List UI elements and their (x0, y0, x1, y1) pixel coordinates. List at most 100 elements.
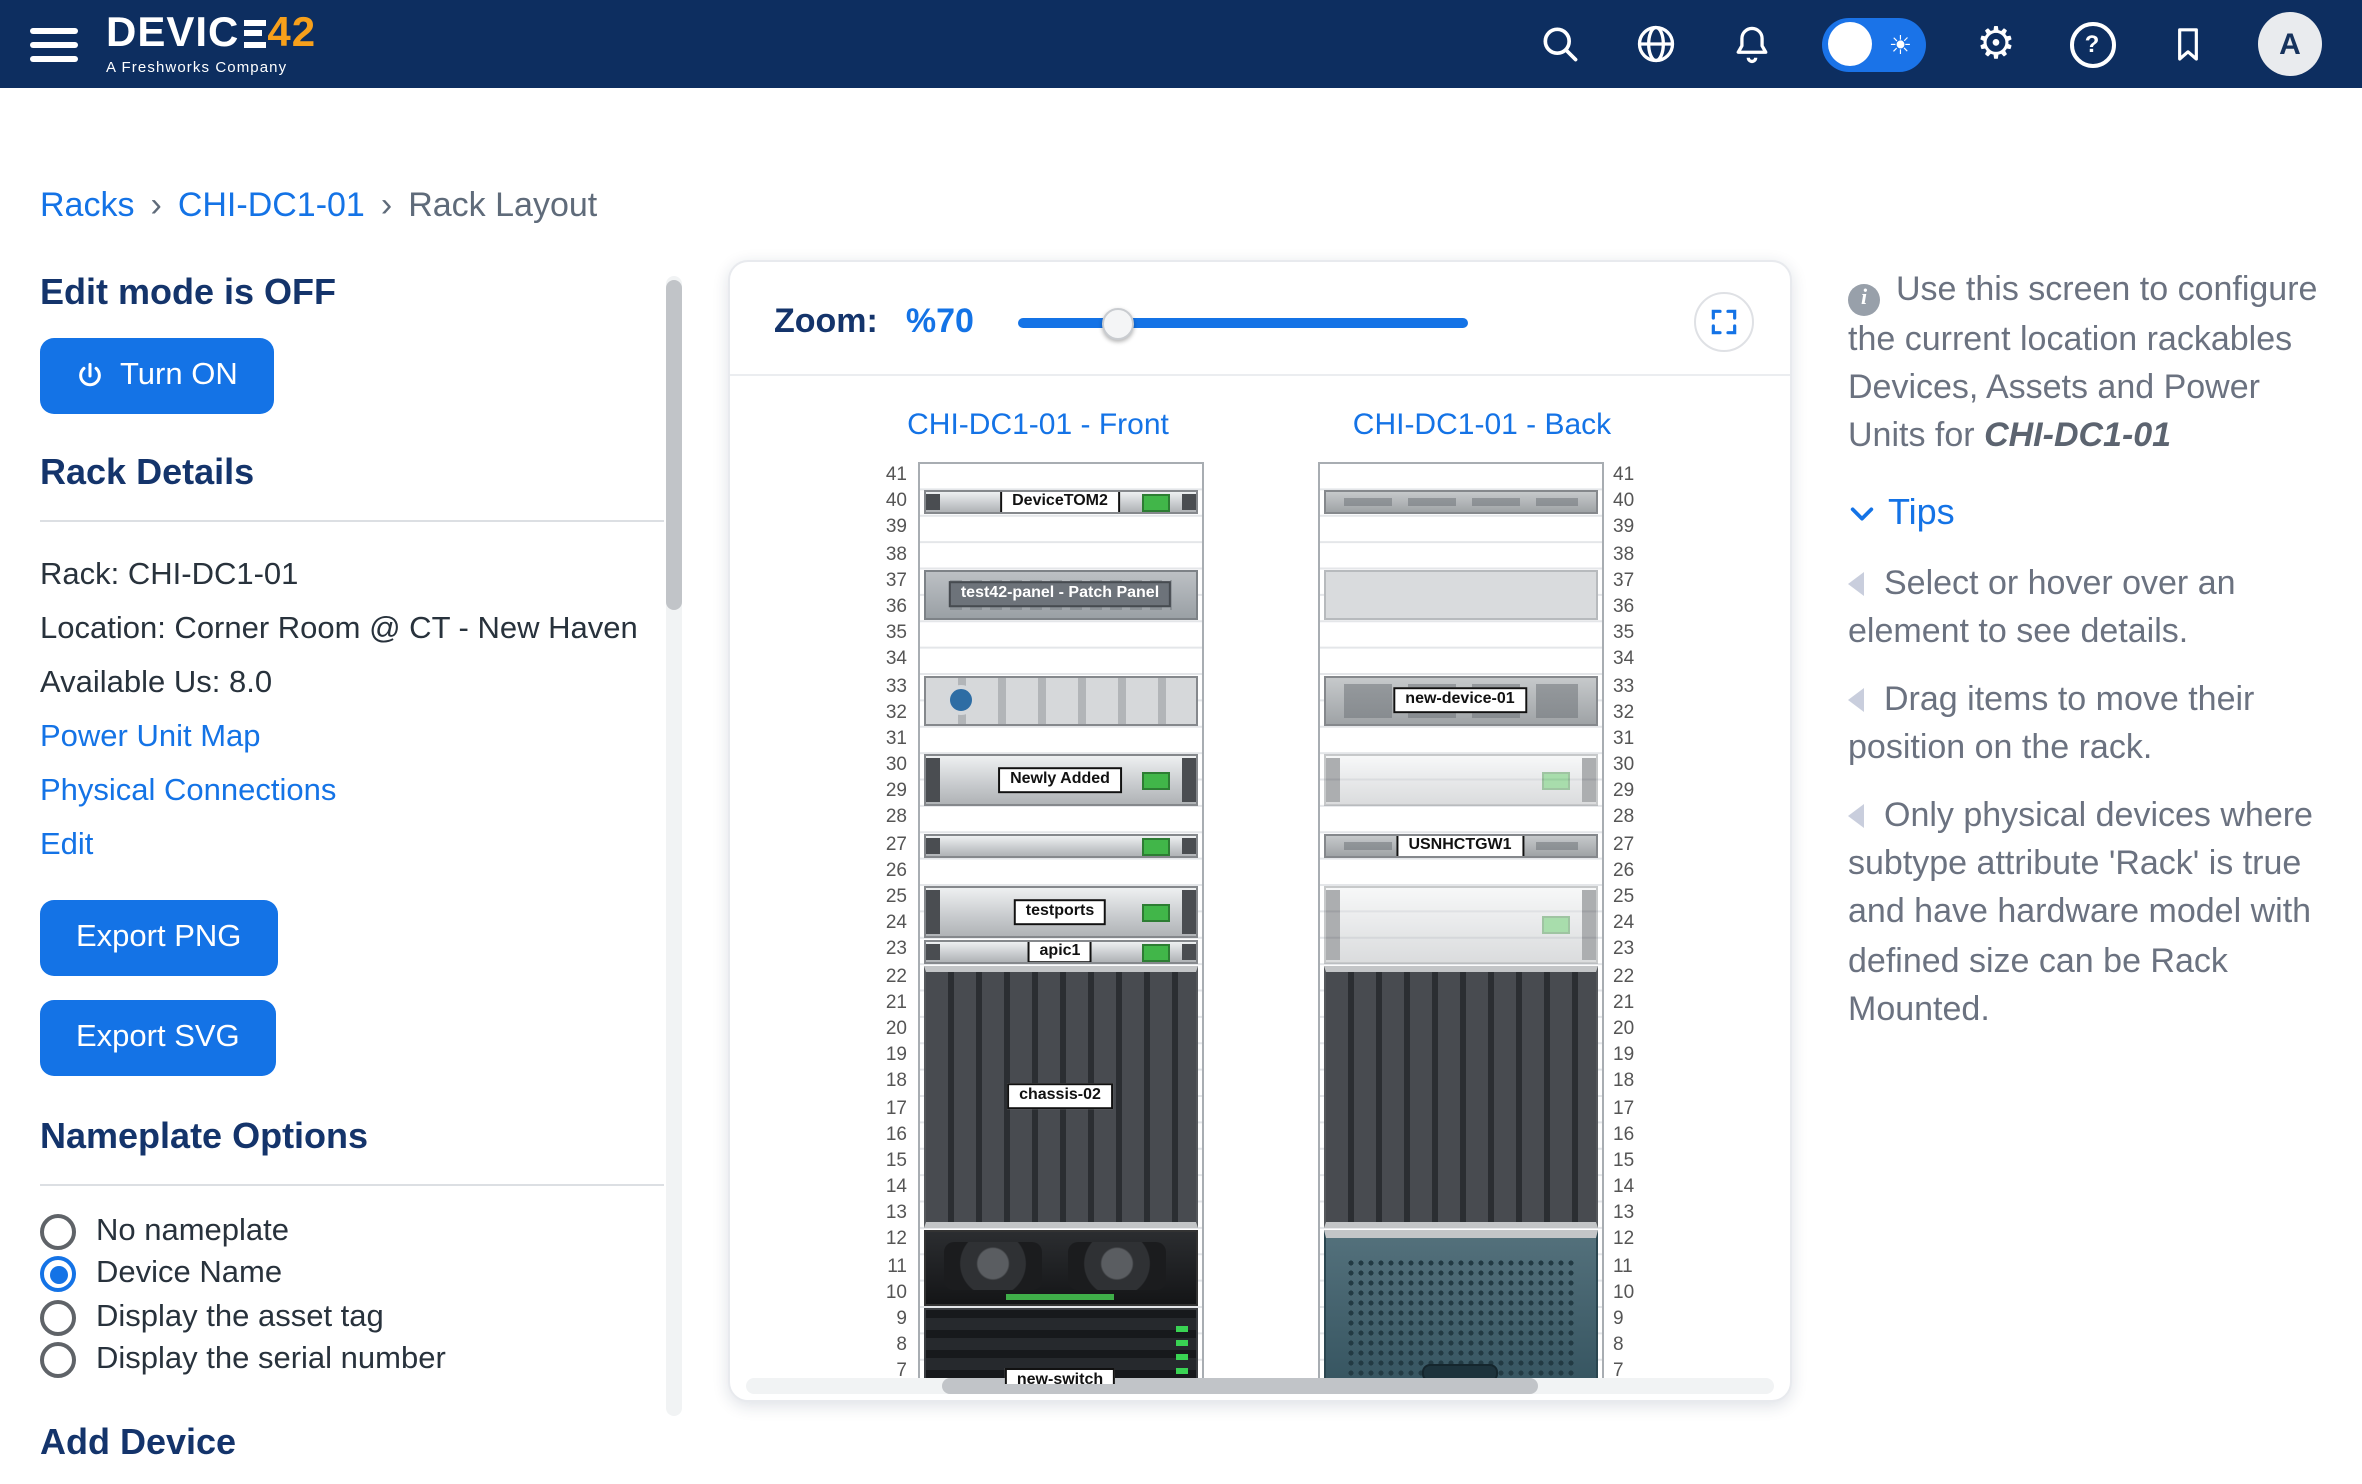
unit-number: 39 (1603, 515, 1647, 541)
rack-layout-card: Zoom: %70 CHI-DC1-01 - Front 41403938373… (728, 260, 1792, 1402)
zoom-slider-track[interactable] (1018, 318, 1468, 328)
sun-icon: ☀ (1889, 27, 1912, 61)
breadcrumb: Racks › CHI-DC1-01 › Rack Layout (40, 186, 597, 226)
rack-device-chassis-02[interactable]: chassis-02 (923, 966, 1197, 1228)
logo-e-bars (243, 20, 265, 48)
unit-number: 9 (1603, 1306, 1647, 1332)
rack-device-drives[interactable] (923, 675, 1197, 726)
unit-number: 19 (873, 1042, 917, 1068)
rack-device-ghost[interactable] (1323, 886, 1597, 963)
edit-link[interactable]: Edit (40, 818, 664, 872)
device42-logo[interactable]: DEVIC 42 A Freshworks Company (106, 13, 316, 76)
radio-asset-tag[interactable]: Display the asset tag (40, 1296, 664, 1339)
globe-icon[interactable] (1630, 18, 1682, 70)
fullscreen-button[interactable] (1694, 292, 1754, 352)
divider (40, 520, 664, 522)
unit-number: 40 (1603, 488, 1647, 514)
unit-number: 36 (1603, 594, 1647, 620)
toggle-knob[interactable] (1828, 22, 1872, 66)
unit-number: 29 (1603, 779, 1647, 805)
tip-text: Select or hover over an element to see d… (1848, 563, 2236, 649)
turn-on-label: Turn ON (120, 358, 238, 394)
export-png-button[interactable]: Export PNG (40, 900, 277, 976)
rack-device-newly-added[interactable]: Newly Added (923, 754, 1197, 805)
rack-device-teal[interactable] (1323, 1230, 1597, 1384)
unit-number: 25 (873, 884, 917, 910)
rack-device-devicetom2[interactable]: DeviceTOM2 (923, 490, 1197, 514)
unit-number: 33 (1603, 673, 1647, 699)
theme-toggle[interactable]: ☀ (1822, 17, 1926, 71)
breadcrumb-current: Rack Layout (408, 186, 597, 226)
zoom-slider-knob[interactable] (1102, 308, 1134, 340)
power-unit-map-link[interactable]: Power Unit Map (40, 710, 664, 764)
radio-no-nameplate[interactable]: No nameplate (40, 1210, 664, 1253)
breadcrumb-rack[interactable]: CHI-DC1-01 (178, 186, 365, 226)
radio-device-name[interactable]: Device Name (40, 1253, 664, 1296)
unit-number: 40 (873, 488, 917, 514)
unit-number: 34 (1603, 647, 1647, 673)
unit-number: 32 (873, 699, 917, 725)
help-icon[interactable]: ? (2066, 18, 2118, 70)
rack-device-apic1[interactable]: apic1 (923, 939, 1197, 963)
unit-number: 29 (873, 779, 917, 805)
rack-device-chassis[interactable] (1323, 966, 1597, 1228)
radio-label: No nameplate (96, 1214, 289, 1250)
device-nameplate: test42-panel - Patch Panel (949, 582, 1171, 608)
front-rack-title: CHI-DC1-01 - Front (873, 408, 1203, 444)
unit-number: 15 (1603, 1148, 1647, 1174)
info-icon: i (1848, 284, 1880, 316)
unit-number: 17 (873, 1095, 917, 1121)
radio-circle[interactable] (40, 1257, 76, 1293)
rack-device-ghost[interactable] (1323, 754, 1597, 805)
nameplate-options-group: No nameplate Device Name Display the ass… (40, 1210, 664, 1382)
unit-number: 22 (873, 963, 917, 989)
rack-device-test42-panel-patch-panel[interactable]: test42-panel - Patch Panel (923, 570, 1197, 621)
logo-text-main: DEVIC (106, 13, 239, 55)
unit-number: 35 (873, 620, 917, 646)
radio-serial-number[interactable]: Display the serial number (40, 1339, 664, 1382)
export-svg-button[interactable]: Export SVG (40, 1000, 276, 1076)
radio-circle[interactable] (40, 1300, 76, 1336)
rack-device-testports[interactable]: testports (923, 886, 1197, 937)
rack-device-psu[interactable] (923, 1230, 1197, 1307)
sidebar-scrollbar-thumb[interactable] (666, 280, 682, 610)
unit-number: 28 (1603, 805, 1647, 831)
radio-circle[interactable] (40, 1343, 76, 1379)
back-rack-title: CHI-DC1-01 - Back (1317, 408, 1647, 444)
unit-number: 38 (1603, 541, 1647, 567)
breadcrumb-separator: › (150, 186, 161, 226)
device-nameplate: apic1 (1028, 939, 1093, 963)
tips-toggle[interactable]: Tips (1848, 488, 2328, 539)
rack-device-sback[interactable] (1323, 490, 1597, 514)
logo-text-accent: 42 (267, 13, 316, 55)
unit-number: 41 (873, 462, 917, 488)
settings-gear-icon[interactable]: ⚙ (1970, 18, 2022, 70)
unit-number: 18 (1603, 1069, 1647, 1095)
rack-device-server[interactable] (923, 834, 1197, 858)
hamburger-menu-icon[interactable] (30, 27, 78, 61)
radio-circle[interactable] (40, 1214, 76, 1250)
physical-connections-link[interactable]: Physical Connections (40, 764, 664, 818)
unit-number: 8 (1603, 1332, 1647, 1358)
search-icon[interactable] (1534, 18, 1586, 70)
triangle-bullet-icon (1848, 804, 1864, 828)
user-avatar[interactable]: A (2258, 12, 2322, 76)
rack-device-new-switch[interactable]: new-switch (923, 1309, 1197, 1384)
unit-number: 25 (1603, 884, 1647, 910)
breadcrumb-racks[interactable]: Racks (40, 186, 134, 226)
bookmark-icon[interactable] (2162, 18, 2214, 70)
turn-on-button[interactable]: Turn ON (40, 338, 274, 414)
notifications-bell-icon[interactable] (1726, 18, 1778, 70)
rack-device-usnhctgw1[interactable]: USNHCTGW1 (1323, 834, 1597, 858)
radio-label: Display the asset tag (96, 1300, 384, 1336)
zoom-slider[interactable] (1018, 306, 1468, 338)
unit-number: 17 (1603, 1095, 1647, 1121)
rack-device-blank[interactable] (1323, 570, 1597, 621)
rack-device-new-device-01[interactable]: new-device-01 (1323, 675, 1597, 726)
tip-item: Select or hover over an element to see d… (1848, 559, 2328, 656)
unit-number: 13 (1603, 1201, 1647, 1227)
unit-number: 21 (1603, 990, 1647, 1016)
rack-sidebar: Edit mode is OFF Turn ON Rack Details Ra… (40, 272, 664, 1464)
chevron-down-icon (1848, 500, 1876, 528)
unit-number: 8 (873, 1332, 917, 1358)
